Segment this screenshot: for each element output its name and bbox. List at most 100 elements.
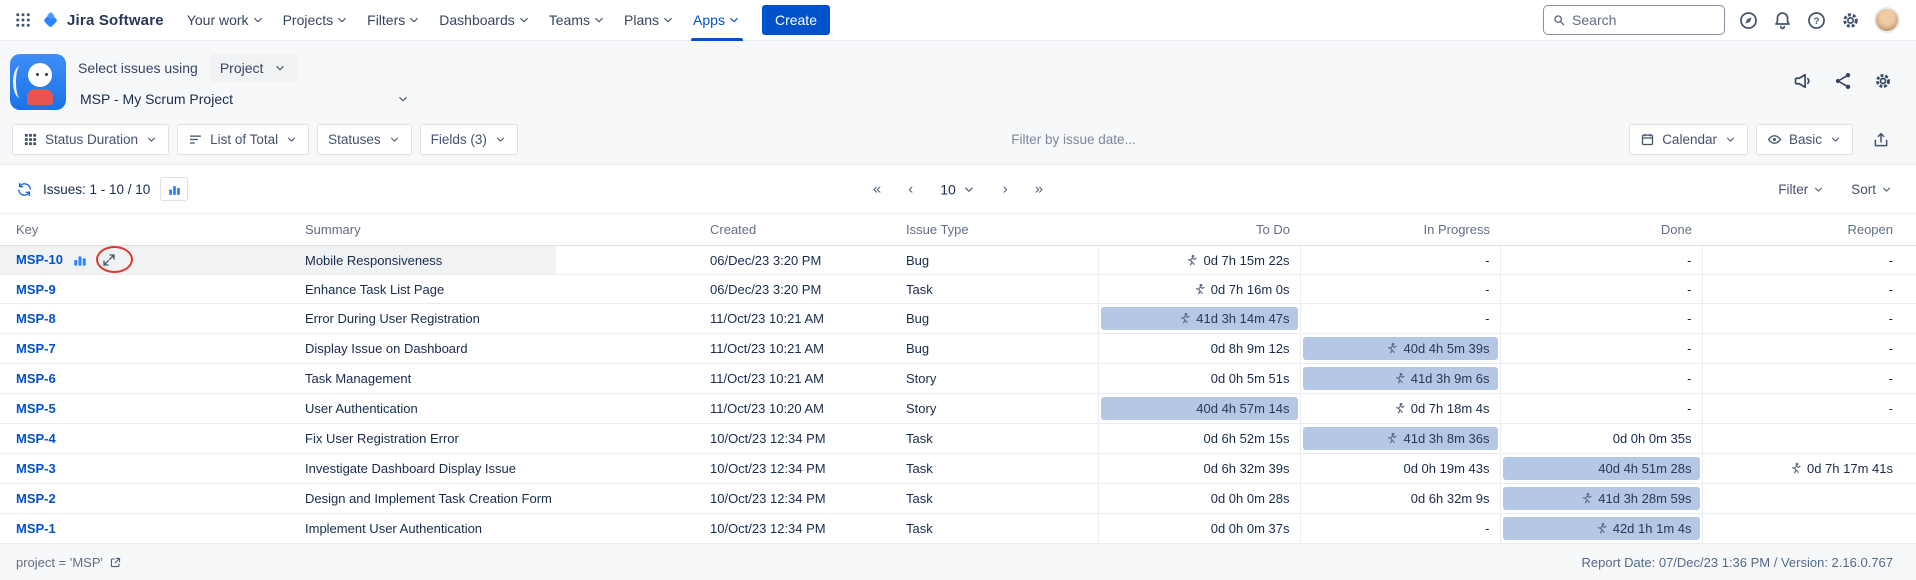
report-type-dropdown[interactable]: Status Duration	[12, 124, 169, 155]
running-status-icon	[1393, 372, 1406, 385]
column-header-reopen[interactable]: Reopen	[1702, 214, 1916, 246]
feedback-megaphone-icon[interactable]	[1793, 71, 1813, 91]
table-row-msp-4[interactable]: MSP-4Fix User Registration Error10/Oct/2…	[0, 424, 1916, 454]
inprogress-cell: 41d 3h 8m 36s	[1300, 424, 1500, 454]
running-status-icon	[1385, 342, 1398, 355]
help-icon[interactable]: ?	[1806, 10, 1827, 31]
create-button[interactable]: Create	[762, 5, 830, 35]
view-mode-dropdown[interactable]: Basic	[1756, 124, 1853, 155]
table-row-msp-1[interactable]: MSP-1Implement User Authentication10/Oct…	[0, 514, 1916, 544]
project-dropdown[interactable]: MSP - My Scrum Project	[78, 87, 418, 111]
topnav-right: ?	[1543, 5, 1900, 35]
search-input[interactable]	[1572, 12, 1716, 28]
column-header-created[interactable]: Created	[700, 214, 896, 246]
issue-key-link[interactable]: MSP-2	[16, 491, 56, 506]
column-header-summary[interactable]: Summary	[295, 214, 700, 246]
filter-dropdown[interactable]: Filter	[1778, 182, 1825, 197]
app-switcher-button[interactable]	[10, 7, 36, 33]
sort-dropdown[interactable]: Sort	[1851, 182, 1893, 197]
calculation-dropdown[interactable]: List of Total	[177, 124, 309, 155]
nav-item-projects[interactable]: Projects	[274, 0, 359, 41]
prev-page-button[interactable]: ‹	[908, 181, 913, 198]
column-header-to-do[interactable]: To Do	[1098, 214, 1300, 246]
first-page-button[interactable]: «	[873, 181, 881, 198]
jql-query-link[interactable]: project = 'MSP'	[16, 555, 122, 570]
nav-item-teams[interactable]: Teams	[540, 0, 615, 41]
inprogress-cell: 0d 0h 19m 43s	[1300, 454, 1500, 484]
column-header-key[interactable]: Key	[0, 214, 295, 246]
notifications-icon[interactable]	[1772, 10, 1793, 31]
nav-item-label: Projects	[283, 12, 334, 28]
report-settings-gear-icon[interactable]	[1873, 71, 1893, 91]
chevron-down-icon	[494, 133, 507, 146]
summary-cell: User Authentication	[295, 394, 700, 424]
brand-name: Jira Software	[67, 12, 164, 29]
table-row-msp-2[interactable]: MSP-2Design and Implement Task Creation …	[0, 484, 1916, 514]
issue-type-cell: Story	[896, 364, 1098, 394]
next-page-button[interactable]: ›	[1003, 181, 1008, 198]
created-cell: 10/Oct/23 12:34 PM	[700, 484, 896, 514]
issue-key-link[interactable]: MSP-1	[16, 521, 56, 536]
issue-key-link[interactable]: MSP-3	[16, 461, 56, 476]
issue-key-link[interactable]: MSP-6	[16, 371, 56, 386]
jira-brand[interactable]: Jira Software	[40, 10, 164, 31]
column-header-in-progress[interactable]: In Progress	[1300, 214, 1500, 246]
fields-dropdown[interactable]: Fields (3)	[420, 124, 518, 155]
nav-item-dashboards[interactable]: Dashboards	[430, 0, 540, 41]
row-chart-button[interactable]	[72, 252, 88, 268]
bar-chart-icon	[167, 182, 182, 197]
app-logo[interactable]	[10, 54, 66, 110]
settings-gear-icon[interactable]	[1840, 10, 1861, 31]
issue-type-cell: Task	[896, 514, 1098, 544]
done-cell: -	[1500, 246, 1702, 275]
table-row-msp-5[interactable]: MSP-5User Authentication11/Oct/23 10:20 …	[0, 394, 1916, 424]
summary-cell: Error During User Registration	[295, 304, 700, 334]
issue-key-link[interactable]: MSP-7	[16, 341, 56, 356]
issue-key-link[interactable]: MSP-5	[16, 401, 56, 416]
nav-item-label: Plans	[624, 12, 659, 28]
search-box[interactable]	[1543, 5, 1725, 35]
inprogress-cell: -	[1300, 514, 1500, 544]
table-row-msp-8[interactable]: MSP-8Error During User Registration11/Oc…	[0, 304, 1916, 334]
table-row-msp-3[interactable]: MSP-3Investigate Dashboard Display Issue…	[0, 454, 1916, 484]
nav-item-your-work[interactable]: Your work	[178, 0, 274, 41]
statuses-dropdown[interactable]: Statuses	[317, 124, 412, 155]
table-row-msp-10[interactable]: MSP-10Mobile Responsiveness06/Dec/23 3:2…	[0, 246, 1916, 275]
issue-key-link[interactable]: MSP-10	[16, 252, 63, 267]
chevron-down-icon	[727, 13, 741, 27]
done-cell: -	[1500, 364, 1702, 394]
row-expand-button[interactable]	[101, 252, 117, 268]
table-row-msp-9[interactable]: MSP-9Enhance Task List Page06/Dec/23 3:2…	[0, 275, 1916, 304]
chevron-down-icon	[407, 13, 421, 27]
grid-icon	[23, 132, 38, 147]
issue-key-link[interactable]: MSP-4	[16, 431, 56, 446]
refresh-icon[interactable]	[16, 181, 33, 198]
nav-item-apps[interactable]: Apps	[684, 0, 750, 41]
running-status-icon	[1595, 522, 1608, 535]
issue-key-link[interactable]: MSP-9	[16, 282, 56, 297]
primary-nav: Your work Projects FiltersDashboards Teams P…	[178, 0, 750, 41]
page-size-dropdown[interactable]: 10	[940, 181, 976, 197]
user-avatar[interactable]	[1874, 7, 1900, 33]
discover-icon[interactable]	[1738, 10, 1759, 31]
table-row-msp-7[interactable]: MSP-7Display Issue on Dashboard11/Oct/23…	[0, 334, 1916, 364]
issue-date-filter-input[interactable]	[934, 132, 1214, 147]
last-page-button[interactable]: »	[1035, 181, 1043, 198]
issue-key-link[interactable]: MSP-8	[16, 311, 56, 326]
table-row-msp-6[interactable]: MSP-6Task Management11/Oct/23 10:21 AMSt…	[0, 364, 1916, 394]
chart-view-button[interactable]	[160, 177, 188, 201]
issue-source-dropdown[interactable]: Project	[210, 54, 298, 82]
calendar-view-dropdown[interactable]: Calendar	[1629, 124, 1748, 155]
nav-item-filters[interactable]: Filters	[358, 0, 430, 41]
created-cell: 11/Oct/23 10:21 AM	[700, 334, 896, 364]
nav-item-label: Teams	[549, 12, 590, 28]
share-icon[interactable]	[1833, 71, 1853, 91]
column-header-done[interactable]: Done	[1500, 214, 1702, 246]
reopen-cell: -	[1702, 275, 1916, 304]
column-header-issue-type[interactable]: Issue Type	[896, 214, 1098, 246]
export-button[interactable]	[1869, 128, 1893, 152]
nav-item-plans[interactable]: Plans	[615, 0, 684, 41]
todo-cell: 0d 6h 32m 39s	[1098, 454, 1300, 484]
done-cell: 42d 1h 1m 4s	[1500, 514, 1702, 544]
done-cell: -	[1500, 394, 1702, 424]
